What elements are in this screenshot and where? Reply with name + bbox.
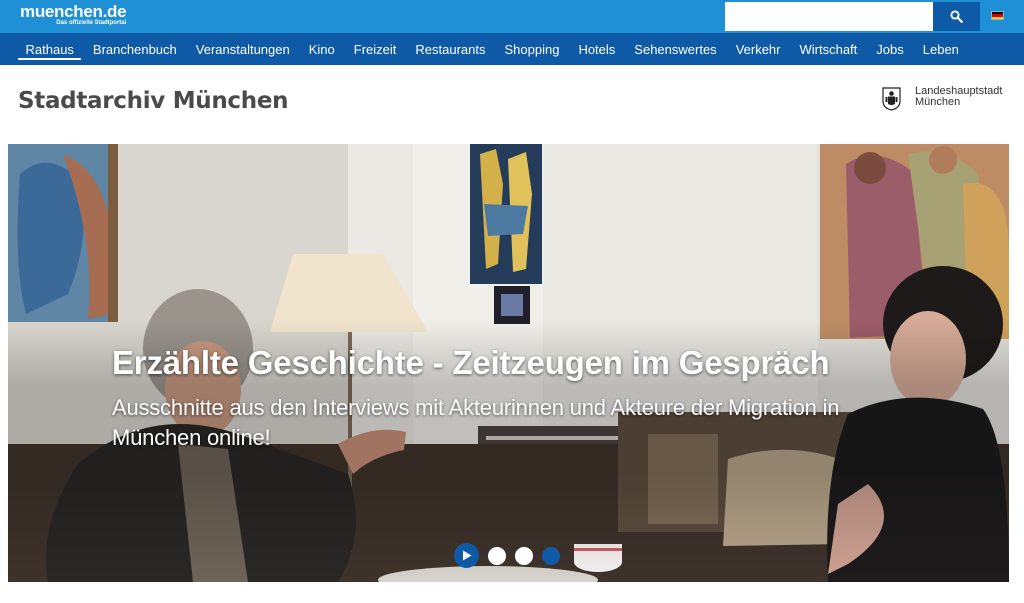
carousel-dot-3[interactable] xyxy=(542,546,560,565)
search-icon xyxy=(950,10,963,23)
nav-item-jobs[interactable]: Jobs xyxy=(867,33,913,65)
hero-subtitle: Ausschnitte aus den Interviews mit Akteu… xyxy=(112,395,840,450)
nav-list: Rathaus Branchenbuch Veranstaltungen Kino Fr… xyxy=(16,33,968,65)
search-input[interactable] xyxy=(725,2,933,31)
nav-item-leben[interactable]: Leben xyxy=(913,33,968,65)
main-navigation: Rathaus Branchenbuch Veranstaltungen Kino Fr… xyxy=(0,33,1024,65)
nav-item-wirtschaft[interactable]: Wirtschaft xyxy=(790,33,867,65)
carousel-controls xyxy=(454,543,569,568)
carousel-dot-1[interactable] xyxy=(488,546,506,565)
city-logo[interactable]: Landeshauptstadt München xyxy=(882,86,1002,111)
city-logo-line2: München xyxy=(915,96,961,108)
hero-carousel[interactable]: Erzählte Geschichte - Zeitzeugen im Gesp… xyxy=(8,144,1009,582)
nav-item-branchenbuch[interactable]: Branchenbuch xyxy=(83,33,186,65)
city-logo-text: Landeshauptstadt München xyxy=(915,86,1002,108)
nav-item-restaurants[interactable]: Restaurants xyxy=(406,33,495,65)
carousel-dot-2[interactable] xyxy=(515,546,533,565)
nav-item-rathaus[interactable]: Rathaus xyxy=(16,33,83,65)
munich-crest-icon xyxy=(882,87,901,111)
site-logo[interactable]: muenchen.de Das offizielle Stadtportal xyxy=(20,2,127,26)
play-icon xyxy=(462,550,471,561)
carousel-dots xyxy=(488,546,569,565)
nav-item-shopping[interactable]: Shopping xyxy=(495,33,569,65)
search-button[interactable] xyxy=(933,2,980,31)
nav-item-kino[interactable]: Kino xyxy=(299,33,344,65)
hero-title: Erzählte Geschichte - Zeitzeugen im Gesp… xyxy=(112,344,830,381)
german-flag-icon[interactable] xyxy=(991,11,1004,20)
top-bar: muenchen.de Das offizielle Stadtportal xyxy=(0,0,1024,33)
play-button[interactable] xyxy=(454,543,479,568)
nav-item-sehenswertes[interactable]: Sehenswertes xyxy=(625,33,726,65)
nav-item-hotels[interactable]: Hotels xyxy=(569,33,625,65)
nav-item-verkehr[interactable]: Verkehr xyxy=(726,33,790,65)
logo-text: muenchen.de xyxy=(20,2,127,21)
nav-item-freizeit[interactable]: Freizeit xyxy=(344,33,406,65)
nav-item-veranstaltungen[interactable]: Veranstaltungen xyxy=(186,33,299,65)
page-title: Stadtarchiv München xyxy=(18,88,289,114)
